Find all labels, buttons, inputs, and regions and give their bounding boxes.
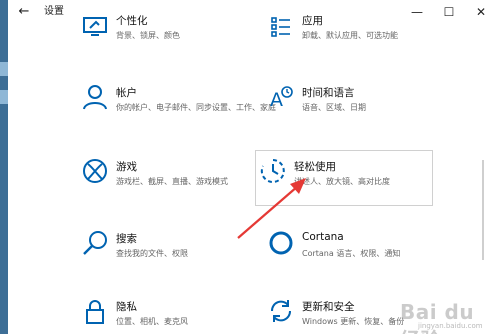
tile-desc: Windows 更新、恢复、备份 [302, 317, 405, 326]
tile-title: 搜索 [116, 233, 137, 245]
lock-icon [86, 300, 104, 324]
cortana-icon [269, 231, 293, 255]
tile-title: 更新和安全 [302, 301, 355, 313]
ease-of-access-icon [260, 159, 285, 183]
window-title: 设置 [44, 6, 64, 17]
scrollbar[interactable] [482, 160, 484, 260]
search-icon [83, 231, 107, 255]
settings-window: ← 设置 — ☐ ✕ 个性化 背景、锁屏、颜色 应用 卸载、默认应用、可选功能 [8, 0, 500, 334]
personalization-icon [83, 17, 107, 36]
svg-text:A: A [270, 89, 283, 111]
back-button[interactable]: ← [14, 3, 34, 21]
watermark-url: jingyan.baidu.com [418, 322, 483, 330]
tile-desc: 语音、区域、日期 [302, 103, 366, 112]
tile-desc: 讲述人、放大镜、高对比度 [294, 177, 390, 186]
tile-title: 轻松使用 [294, 161, 336, 173]
xbox-icon [83, 159, 107, 183]
person-icon [83, 85, 107, 110]
update-icon [270, 300, 292, 322]
maximize-button[interactable]: ☐ [434, 0, 464, 24]
desktop-icon[interactable] [0, 90, 8, 104]
tile-title: 时间和语言 [302, 87, 355, 99]
tile-desc: 背景、锁屏、颜色 [116, 31, 180, 40]
apps-icon [271, 17, 290, 37]
tile-desc: 你的帐户、电子邮件、同步设置、工作、家庭 [116, 103, 276, 112]
tile-desc: Cortana 语言、权限、通知 [302, 249, 401, 258]
desktop-strip [0, 0, 8, 334]
tile-desc: 游戏栏、截屏、直播、游戏模式 [116, 177, 228, 186]
desktop-icon[interactable] [0, 62, 8, 76]
time-language-icon: A [270, 86, 293, 111]
tile-title: 应用 [302, 15, 323, 27]
tile-title: 游戏 [116, 161, 137, 173]
tile-title: 帐户 [116, 87, 137, 99]
tile-desc: 位置、相机、麦克风 [116, 317, 188, 326]
tile-desc: 查找我的文件、权限 [116, 249, 188, 258]
tile-desc: 卸载、默认应用、可选功能 [302, 31, 398, 40]
tile-title: Cortana [302, 231, 344, 243]
tile-title: 隐私 [116, 301, 137, 313]
minimize-button[interactable]: — [402, 0, 432, 24]
tile-title: 个性化 [116, 15, 148, 27]
close-button[interactable]: ✕ [466, 0, 496, 24]
